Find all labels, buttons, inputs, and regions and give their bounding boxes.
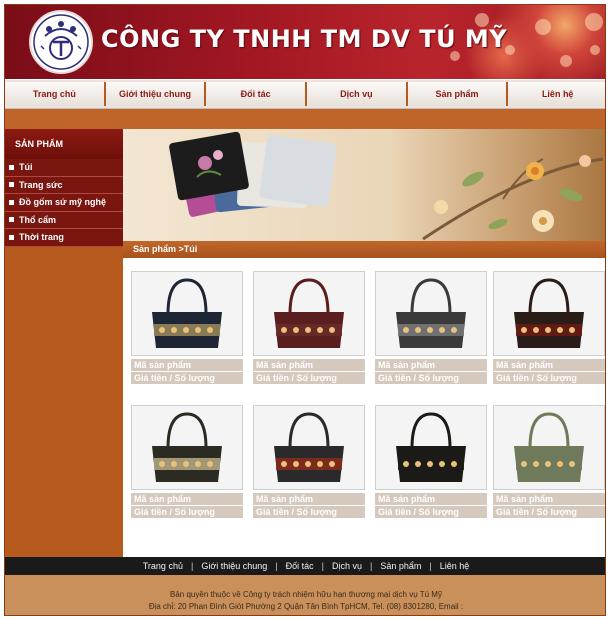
handbag-icon <box>514 412 584 482</box>
nav-divider-strip <box>5 109 605 129</box>
main-nav: Trang chủ Giới thiệu chung Đối tác Dịch … <box>5 79 605 109</box>
footer-link-services[interactable]: Dịch vụ <box>332 561 362 571</box>
site-header: CÔNG TY TNHH TM DV TÚ MỸ <box>5 5 605 79</box>
nav-item-partners[interactable]: Đối tác <box>206 82 308 106</box>
product-code-label: Mã sản phẩm <box>131 493 243 505</box>
company-logo-icon[interactable] <box>29 10 93 74</box>
handbag-icon <box>514 278 584 348</box>
sidebar-item-fashion[interactable]: Thời trang <box>5 229 123 247</box>
product-price-label: Giá tiền / Số lượng <box>375 372 487 384</box>
product-code-label: Mã sản phẩm <box>493 493 605 505</box>
sidebar-item-brocade[interactable]: Thổ cẩm <box>5 211 123 229</box>
nav-item-products[interactable]: Sản phẩm <box>407 82 509 106</box>
handbag-icon <box>396 278 466 348</box>
product-card[interactable]: Mã sản phẩm Giá tiền / Số lượng <box>253 405 365 518</box>
nav-item-contact[interactable]: Liên hệ <box>508 82 605 106</box>
breadcrumb: Sản phẩm >Túi <box>123 241 605 258</box>
footer-link-partners[interactable]: Đối tác <box>286 561 314 571</box>
product-code-label: Mã sản phẩm <box>253 493 365 505</box>
sidebar: SẢN PHẨM Túi Trang sức Đồ gốm sứ mỹ nghệ… <box>5 129 123 557</box>
product-image[interactable] <box>493 405 605 490</box>
square-bullet-icon <box>9 164 14 170</box>
nav-item-home[interactable]: Trang chủ <box>5 82 106 106</box>
square-bullet-icon <box>9 234 14 240</box>
footer-link-about[interactable]: Giới thiệu chung <box>201 561 267 571</box>
square-bullet-icon <box>9 217 14 223</box>
footer-link-contact[interactable]: Liên hệ <box>440 561 470 571</box>
handbag-icon <box>274 412 344 482</box>
footer-separator: | <box>275 561 278 571</box>
sidebar-item-ceramics[interactable]: Đồ gốm sứ mỹ nghệ <box>5 194 123 212</box>
product-code-label: Mã sản phẩm <box>131 359 243 371</box>
footer-link-products[interactable]: Sản phẩm <box>380 561 421 571</box>
footer-separator: | <box>321 561 324 571</box>
page: CÔNG TY TNHH TM DV TÚ MỸ Trang chủ Giới … <box>4 4 606 616</box>
footer-separator: | <box>429 561 432 571</box>
sidebar-item-label: Trang sức <box>19 179 63 190</box>
product-image[interactable] <box>253 271 365 356</box>
product-image[interactable] <box>253 405 365 490</box>
product-card[interactable]: Mã sản phẩm Giá tiền / Số lượng <box>375 405 487 518</box>
product-image[interactable] <box>493 271 605 356</box>
main-content: Sản phẩm >Túi Mã sản phẩm Giá tiền / Số l… <box>123 129 605 557</box>
sidebar-item-label: Thổ cẩm <box>19 214 57 225</box>
product-code-label: Mã sản phẩm <box>493 359 605 371</box>
product-image[interactable] <box>375 405 487 490</box>
square-bullet-icon <box>9 182 14 188</box>
product-code-label: Mã sản phẩm <box>375 493 487 505</box>
product-price-label: Giá tiền / Số lượng <box>253 372 365 384</box>
footer-nav: Trang chủ | Giới thiệu chung | Đối tác | Dị… <box>5 557 605 575</box>
address-text: Địa chỉ: 20 Phan Đình Giót Phường 2 Quận… <box>148 602 464 611</box>
copyright-text: Bản quyền thuộc về Công ty trách nhiệm h… <box>170 590 442 599</box>
sidebar-item-label: Thời trang <box>19 232 64 243</box>
product-code-label: Mã sản phẩm <box>253 359 365 371</box>
product-card[interactable]: Mã sản phẩm Giá tiền / Số lượng <box>493 271 605 384</box>
footer-info: Bản quyền thuộc về Công ty trách nhiệm h… <box>5 575 605 615</box>
sidebar-item-label: Đồ gốm sứ mỹ nghệ <box>19 197 107 208</box>
product-price-label: Giá tiền / Số lượng <box>375 506 487 518</box>
sidebar-heading: SẢN PHẨM <box>5 129 123 159</box>
sidebar-item-bags[interactable]: Túi <box>5 159 123 177</box>
product-card[interactable]: Mã sản phẩm Giá tiền / Số lượng <box>131 405 243 518</box>
handbag-icon <box>274 278 344 348</box>
site-title: CÔNG TY TNHH TM DV TÚ MỸ <box>101 25 508 53</box>
sidebar-item-label: Túi <box>19 162 33 173</box>
product-price-label: Giá tiền / Số lượng <box>493 372 605 384</box>
product-price-label: Giá tiền / Số lượng <box>131 506 243 518</box>
product-image[interactable] <box>131 405 243 490</box>
product-banner-image <box>123 129 605 241</box>
product-card[interactable]: Mã sản phẩm Giá tiền / Số lượng <box>375 271 487 384</box>
footer-separator: | <box>369 561 373 571</box>
handbag-icon <box>152 278 222 348</box>
square-bullet-icon <box>9 199 14 205</box>
product-price-label: Giá tiền / Số lượng <box>253 506 365 518</box>
product-image[interactable] <box>375 271 487 356</box>
product-price-label: Giá tiền / Số lượng <box>131 372 243 384</box>
product-card[interactable]: Mã sản phẩm Giá tiền / Số lượng <box>131 271 243 384</box>
product-card[interactable]: Mã sản phẩm Giá tiền / Số lượng <box>253 271 365 384</box>
handbag-icon <box>152 412 222 482</box>
product-price-label: Giá tiền / Số lượng <box>493 506 605 518</box>
product-image[interactable] <box>131 271 243 356</box>
nav-item-services[interactable]: Dịch vụ <box>307 82 408 106</box>
handbag-icon <box>396 412 466 482</box>
product-card[interactable]: Mã sản phẩm Giá tiền / Số lượng <box>493 405 605 518</box>
product-code-label: Mã sản phẩm <box>375 359 487 371</box>
footer-link-home[interactable]: Trang chủ <box>143 561 183 571</box>
sidebar-item-jewelry[interactable]: Trang sức <box>5 176 123 194</box>
nav-item-about[interactable]: Giới thiệu chung <box>105 82 207 106</box>
footer-separator: | <box>190 561 194 571</box>
